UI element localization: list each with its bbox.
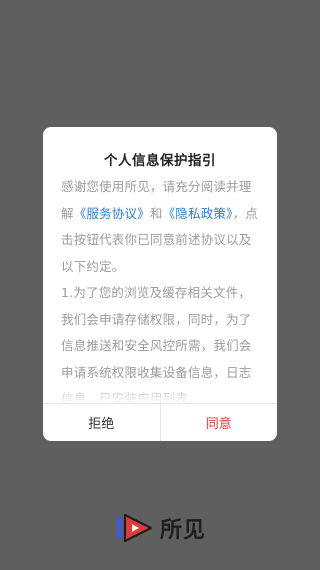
- app-logo-icon: [117, 513, 153, 543]
- reject-button[interactable]: 拒绝: [43, 404, 161, 441]
- dialog-footer: 拒绝 同意: [43, 403, 277, 441]
- dialog-title: 个人信息保护指引: [104, 153, 216, 169]
- privacy-dialog: 个人信息保护指引 感谢您使用所见，请充分阅读并理解《服务协议》和《隐私政策》，点…: [43, 127, 277, 441]
- agree-button[interactable]: 同意: [161, 404, 278, 441]
- privacy-policy-link[interactable]: 《隐私政策》: [163, 206, 233, 221]
- intro-paragraph: 感谢您使用所见，请充分阅读并理解《服务协议》和《隐私政策》，点击按钮代表你已同意…: [61, 174, 261, 280]
- brand: 所见: [116, 512, 206, 544]
- service-agreement-link[interactable]: 《服务协议》: [74, 206, 150, 221]
- and-text: 和: [149, 205, 163, 221]
- dialog-body[interactable]: 感谢您使用所见，请充分阅读并理解《服务协议》和《隐私政策》，点击按钮代表你已同意…: [61, 174, 261, 404]
- permission-paragraph: 1.为了您的浏览及缓存相关文件，我们会申请存储权限，同时，为了信息推送和安全风控…: [61, 285, 252, 404]
- brand-name: 所见: [160, 518, 207, 543]
